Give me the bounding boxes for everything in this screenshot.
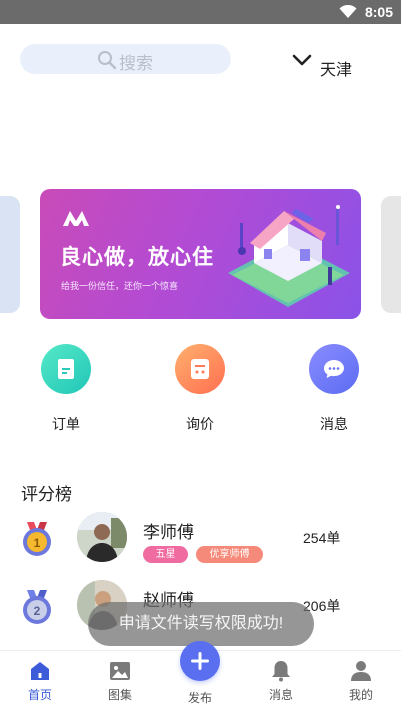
rating-badge: 五星 — [143, 546, 188, 563]
city-name: 天津 — [320, 62, 353, 79]
tab-gallery-label: 图集 — [107, 688, 132, 702]
gallery-icon — [108, 659, 132, 683]
carousel-next-card[interactable] — [381, 196, 401, 313]
tab-mine[interactable]: 我的 — [331, 659, 391, 703]
bell-icon — [269, 659, 293, 683]
svg-text:2: 2 — [34, 604, 41, 618]
tab-home-label: 首页 — [27, 688, 52, 702]
message-label: 消息 — [320, 416, 348, 432]
chevron-down-icon — [292, 54, 312, 73]
silver-medal-icon: 2 — [20, 590, 54, 631]
tab-publish[interactable]: 发布 — [170, 641, 230, 706]
status-bar: 8:05 — [0, 0, 401, 24]
status-time: 8:05 — [364, 4, 393, 20]
order-shortcut[interactable]: 订单 — [36, 344, 96, 432]
chat-icon — [309, 344, 359, 394]
search-icon — [97, 50, 117, 75]
order-count: 254单 — [303, 530, 341, 546]
tab-home[interactable]: 首页 — [10, 659, 70, 703]
banner-title: 良心做，放心住 — [60, 246, 214, 269]
tab-messages[interactable]: 消息 — [251, 659, 311, 703]
order-icon — [41, 344, 91, 394]
premium-badge: 优享师傅 — [196, 546, 263, 563]
wifi-icon — [339, 4, 357, 24]
promo-banner[interactable]: 良心做，放心住 给我一份信任，还你一个惊喜 — [40, 189, 361, 319]
gold-medal-icon: 1 — [20, 522, 54, 563]
ranking-title: 评分榜 — [21, 485, 72, 504]
svg-text:1: 1 — [34, 536, 41, 550]
permission-toast: 申请文件读写权限成功! — [88, 602, 314, 646]
home-icon — [28, 659, 52, 683]
user-icon — [349, 659, 373, 683]
search-input[interactable]: 搜索 — [20, 44, 231, 74]
inquiry-label: 询价 — [186, 416, 214, 432]
tab-messages-label: 消息 — [268, 688, 293, 702]
inquiry-shortcut[interactable]: 询价 — [170, 344, 230, 432]
tab-mine-label: 我的 — [348, 688, 373, 702]
brand-logo-icon — [62, 209, 94, 232]
tab-gallery[interactable]: 图集 — [90, 659, 150, 703]
search-placeholder: 搜索 — [119, 54, 153, 73]
bottom-tab-bar: 首页 图集 发布 消息 我的 — [0, 641, 401, 710]
carousel-prev-card[interactable] — [0, 196, 20, 313]
banner-subtitle: 给我一份信任，还你一个惊喜 — [61, 281, 179, 291]
list-item[interactable]: 1 李师傅 五星 优享师傅 254单 — [0, 512, 401, 572]
order-label: 订单 — [52, 416, 80, 432]
message-shortcut[interactable]: 消息 — [304, 344, 364, 432]
inquiry-icon — [175, 344, 225, 394]
master-name: 李师傅 — [143, 523, 194, 542]
avatar — [77, 512, 127, 562]
tab-publish-label: 发布 — [187, 691, 212, 705]
plus-icon — [180, 641, 220, 681]
house-illustration-icon — [218, 193, 358, 318]
